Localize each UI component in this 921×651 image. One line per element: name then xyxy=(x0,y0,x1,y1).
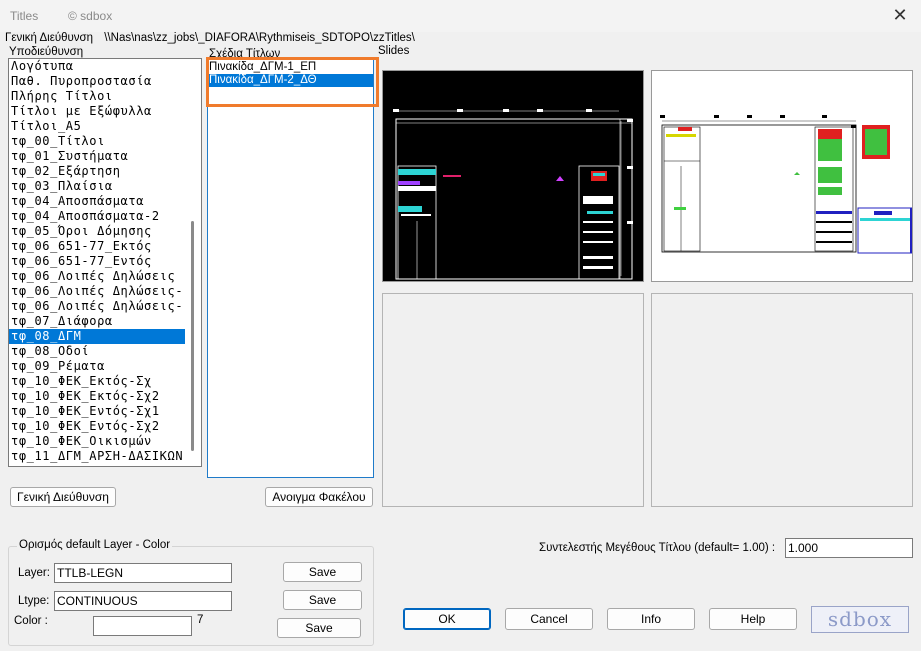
folder-item[interactable]: Τίτλοι με Εξώφυλλα xyxy=(9,104,201,119)
folder-item[interactable]: τφ_06_Λοιπές Δηλώσεις xyxy=(9,269,201,284)
save-layer-button[interactable]: Save xyxy=(283,562,362,582)
help-button[interactable]: Help xyxy=(709,608,797,630)
folder-item[interactable]: Λογότυπα xyxy=(9,59,201,74)
sdbox-logo: sdbox xyxy=(811,606,909,633)
folders-listbox[interactable]: Λογότυπα Παθ. Πυροπροστασία Πλήρης Τίτλοι Τ… xyxy=(8,58,202,467)
defaults-legend: Ορισμός default Layer - Color xyxy=(17,539,173,551)
general-dir-button[interactable]: Γενική Διεύθυνση xyxy=(10,487,116,507)
folder-item[interactable]: τφ_02_Εξάρτηση xyxy=(9,164,201,179)
folders-items: Λογότυπα Παθ. Πυροπροστασία Πλήρης Τίτλοι Τ… xyxy=(9,59,201,464)
folder-item[interactable]: τφ_05_Όροι Δόμησης xyxy=(9,224,201,239)
scale-label: Συντελεστής Μεγέθους Τίτλου (default= 1.… xyxy=(539,542,776,554)
folder-item[interactable]: τφ_09_Ρέματα xyxy=(9,359,201,374)
slide-1-drawing xyxy=(393,109,633,280)
folder-item[interactable]: τφ_06_651-77_Εκτός xyxy=(9,239,201,254)
folder-item[interactable]: τφ_00_Τίτλοι xyxy=(9,134,201,149)
open-folder-button[interactable]: Ανοιγμα Φακέλου xyxy=(265,487,373,507)
highlight-box xyxy=(206,57,379,107)
save-color-button[interactable]: Save xyxy=(277,618,361,638)
folder-item[interactable]: Πλήρης Τίτλοι xyxy=(9,89,201,104)
slide-2-drawing xyxy=(660,115,915,254)
folder-item[interactable]: τφ_04_Αποσπάσματα-2 xyxy=(9,209,201,224)
ltype-label: Ltype: xyxy=(18,595,50,607)
folders-label: Υποδιεύθυνση xyxy=(9,46,84,58)
layer-label: Layer: xyxy=(18,567,50,579)
folder-item[interactable]: τφ_10_ΦΕΚ_Εκτός-Σχ xyxy=(9,374,201,389)
close-icon[interactable]: ✕ xyxy=(888,6,912,26)
folder-item[interactable]: τφ_08_Οδοί xyxy=(9,344,201,359)
slide-preview-4[interactable] xyxy=(651,293,913,507)
folder-item[interactable]: τφ_06_Λοιπές Δηλώσεις- xyxy=(9,299,201,314)
folder-item[interactable]: τφ_11_ΔΓΜ_ΑΡΣΗ-ΔΑΣΙΚΩΝ xyxy=(9,449,201,464)
slide-preview-1[interactable] xyxy=(382,70,644,282)
folder-item[interactable]: τφ_01_Συστήματα xyxy=(9,149,201,164)
slide-preview-3[interactable] xyxy=(382,293,644,507)
folder-item[interactable]: τφ_10_ΦΕΚ_Οικισμών xyxy=(9,434,201,449)
folder-item[interactable]: τφ_06_Λοιπές Δηλώσεις- xyxy=(9,284,201,299)
folder-item[interactable]: τφ_06_651-77_Εντός xyxy=(9,254,201,269)
folders-scroll-thumb[interactable] xyxy=(191,221,194,451)
folders-scrollbar[interactable] xyxy=(185,59,201,466)
titles-listbox[interactable]: Πινακίδα_ΔΓΜ-1_ΕΠ Πινακίδα_ΔΓΜ-2_ΔΘ xyxy=(207,58,374,478)
folder-item[interactable]: τφ_10_ΦΕΚ_Εντός-Σχ2 xyxy=(9,419,201,434)
info-button[interactable]: Info xyxy=(607,608,695,630)
window-title: Titles xyxy=(10,9,39,23)
folder-item[interactable]: τφ_10_ΦΕΚ_Εκτός-Σχ2 xyxy=(9,389,201,404)
folder-item[interactable]: τφ_08_ΔΓΜ xyxy=(9,329,201,344)
folder-item[interactable]: τφ_10_ΦΕΚ_Εντός-Σχ1 xyxy=(9,404,201,419)
path-label: Γενική Διεύθυνση xyxy=(5,32,94,44)
save-ltype-button[interactable]: Save xyxy=(283,590,362,610)
folder-item[interactable]: Παθ. Πυροπροστασία xyxy=(9,74,201,89)
path-value: \\Nas\nas\zz_jobs\_DIAFORA\Rythmiseis_SD… xyxy=(104,32,415,44)
layer-input[interactable]: TTLB-LEGN xyxy=(54,563,232,583)
title-bar: Titles © sdbox ✕ xyxy=(0,0,921,32)
ltype-input[interactable]: CONTINUOUS xyxy=(54,591,232,611)
path-line: Γενική Διεύθυνση \\Nas\nas\zz_jobs\_DIAF… xyxy=(5,32,415,44)
color-index: 7 xyxy=(197,614,204,626)
color-label: Color : xyxy=(14,615,48,627)
slides-label: Slides xyxy=(378,45,410,57)
window-copyright: © sdbox xyxy=(68,9,113,23)
folder-item[interactable]: τφ_03_Πλαίσια xyxy=(9,179,201,194)
folder-item[interactable]: τφ_04_Αποσπάσματα xyxy=(9,194,201,209)
folder-item[interactable]: τφ_07_Διάφορα xyxy=(9,314,201,329)
cancel-button[interactable]: Cancel xyxy=(505,608,593,630)
slide-preview-2[interactable] xyxy=(651,70,915,282)
scale-input[interactable]: 1.000 xyxy=(785,538,913,558)
ok-button[interactable]: OK xyxy=(403,608,491,630)
folder-item[interactable]: Τίτλοι_Α5 xyxy=(9,119,201,134)
color-input[interactable] xyxy=(93,616,192,636)
